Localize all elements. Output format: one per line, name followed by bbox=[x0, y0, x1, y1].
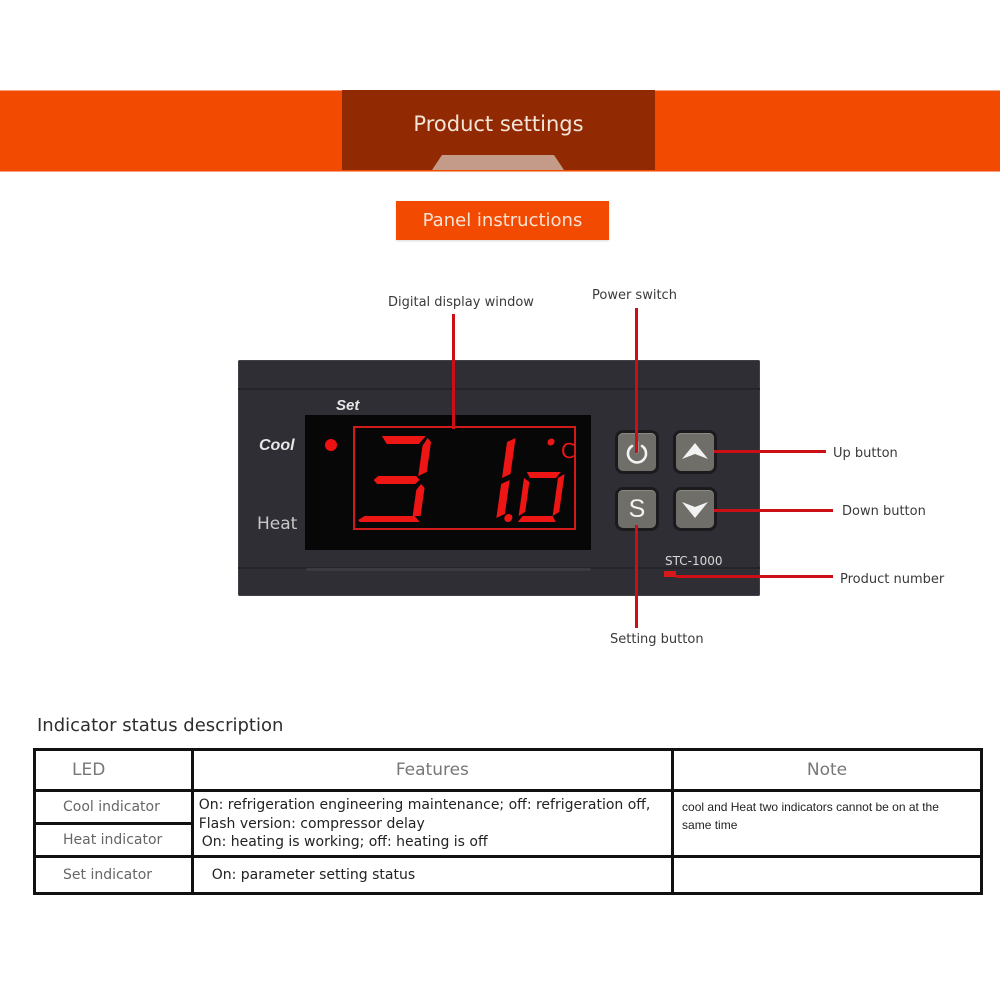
setting-button[interactable]: S bbox=[618, 490, 656, 528]
table-row: Set indicator On: parameter setting stat… bbox=[33, 855, 983, 895]
celsius-symbol: C bbox=[561, 439, 575, 463]
callout-setting-button: Setting button bbox=[610, 632, 704, 647]
features-cool: On: refrigeration engineering maintenanc… bbox=[198, 797, 651, 813]
chevron-down-icon bbox=[682, 502, 708, 518]
decimal-point bbox=[504, 514, 513, 522]
down-button-line bbox=[714, 509, 833, 512]
chevron-up-icon bbox=[682, 443, 708, 459]
product-number-line bbox=[676, 575, 833, 578]
panel-instructions-button[interactable]: Panel instructions bbox=[396, 201, 609, 240]
heat-label: Heat bbox=[257, 514, 298, 534]
model-number-marker bbox=[664, 571, 676, 577]
note-cool-heat: cool and Heat two indicators cannot be o… bbox=[671, 789, 983, 858]
header-led: LED bbox=[33, 748, 194, 792]
setting-button-line bbox=[635, 525, 638, 628]
set-label: Set bbox=[336, 397, 360, 414]
device-slot bbox=[306, 568, 591, 571]
seven-segment-readout: C bbox=[358, 436, 575, 522]
cool-label: Cool bbox=[259, 437, 295, 454]
features-heat: On: heating is working; off: heating is … bbox=[201, 834, 488, 850]
degree-dot bbox=[547, 438, 555, 446]
banner-title: Product settings bbox=[413, 112, 584, 136]
power-switch-line bbox=[635, 308, 638, 453]
setting-button-label: S bbox=[628, 494, 646, 523]
callout-product-number: Product number bbox=[840, 572, 945, 587]
digit-1 bbox=[496, 438, 516, 518]
table-header-row: LED Features Note bbox=[33, 748, 983, 792]
callout-down-button: Down button bbox=[842, 504, 926, 519]
table-row: Cool indicator On: refrigeration enginee… bbox=[33, 789, 983, 858]
features-set: On: parameter setting status bbox=[190, 855, 675, 895]
led-heat: Heat indicator bbox=[33, 822, 194, 858]
cool-indicator-led bbox=[325, 439, 337, 451]
indicator-table-title: Indicator status description bbox=[37, 715, 284, 736]
banner-tab-decoration bbox=[432, 155, 564, 170]
down-button[interactable] bbox=[676, 490, 714, 528]
callout-up-button: Up button bbox=[833, 446, 898, 461]
features-cool-flash: Flash version: compressor delay bbox=[198, 816, 425, 832]
digit-0 bbox=[517, 472, 565, 522]
led-set: Set indicator bbox=[33, 855, 194, 895]
digit-3 bbox=[358, 436, 432, 522]
up-button[interactable] bbox=[676, 433, 714, 471]
device-groove-top bbox=[238, 388, 760, 390]
note-set bbox=[671, 855, 983, 895]
up-button-line bbox=[714, 450, 826, 453]
callout-display-window: Digital display window bbox=[388, 295, 534, 310]
model-number: STC-1000 bbox=[665, 554, 723, 568]
callout-power-switch: Power switch bbox=[592, 288, 677, 303]
features-cool-heat: On: refrigeration engineering maintenanc… bbox=[190, 789, 675, 858]
header-features: Features bbox=[190, 748, 675, 792]
indicator-status-table: LED Features Note Cool indicator On: ref… bbox=[33, 748, 983, 895]
display-window-line bbox=[452, 314, 455, 429]
header-note: Note bbox=[671, 748, 983, 792]
led-cool: Cool indicator bbox=[33, 789, 194, 825]
